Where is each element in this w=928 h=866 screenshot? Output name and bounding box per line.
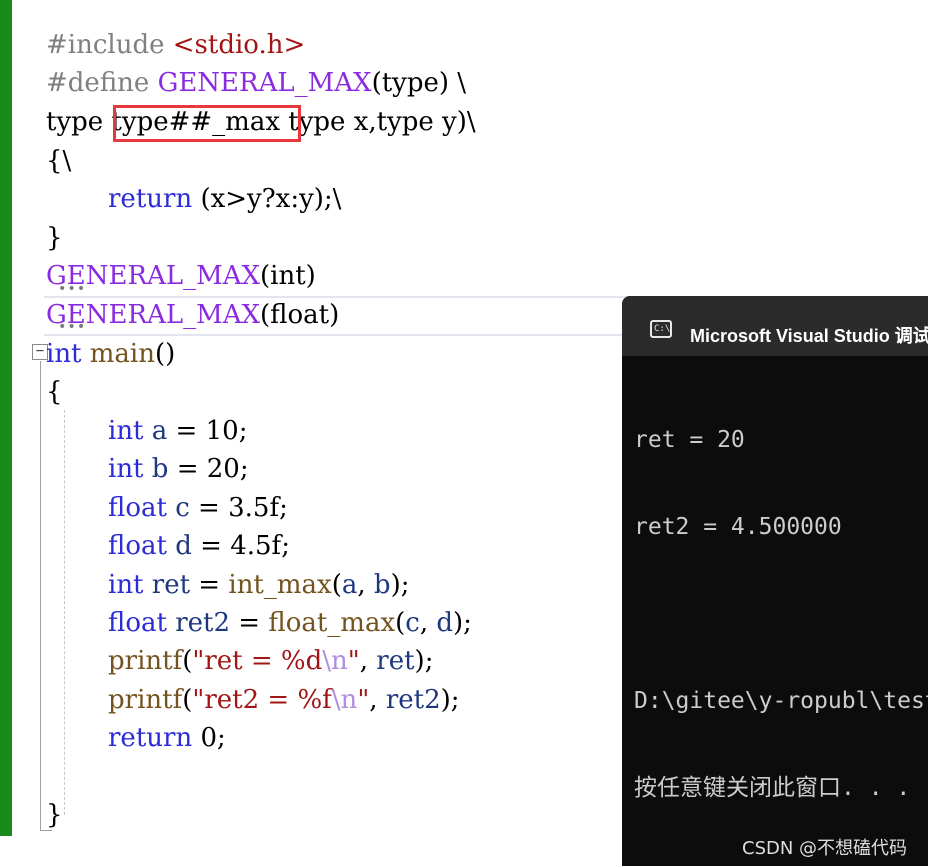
code-line-11: int a = 10; <box>108 416 248 446</box>
code-text: #include <stdio.h> #define GENERAL_MAX(t… <box>12 0 476 849</box>
code-line-10: { <box>46 377 63 407</box>
code-line-19: return 0; <box>108 723 226 753</box>
code-line-6: } <box>46 223 63 253</box>
debug-console-window[interactable]: C:\ Microsoft Visual Studio 调试控制台 ret = … <box>622 296 928 866</box>
code-line-2: #define GENERAL_MAX(type) \ <box>46 68 467 98</box>
code-line-9: int main() <box>46 339 176 369</box>
console-output: ret = 20 ret2 = 4.500000 D:\gitee\y-ropu… <box>634 368 928 861</box>
code-line-18: printf("ret2 = %f\n", ret2); <box>108 685 460 715</box>
code-line-16: float ret2 = float_max(c, d); <box>108 608 472 638</box>
console-title: Microsoft Visual Studio 调试控制台 <box>690 326 928 346</box>
code-line-4: {\ <box>46 146 72 176</box>
highlight-annotation-box <box>113 105 301 142</box>
watermark: CSDN @不想磕代码 <box>742 838 908 859</box>
code-line-20: } <box>46 800 63 830</box>
code-line-8: GENERAL_MAX(float) <box>46 300 340 330</box>
code-line-7: GENERAL_MAX(int) <box>46 261 316 291</box>
code-line-13: float c = 3.5f; <box>108 493 288 523</box>
console-title-bar[interactable]: C:\ Microsoft Visual Studio 调试控制台 <box>622 296 928 356</box>
code-line-5: return (x>y?x:y);\ <box>108 184 342 214</box>
code-line-14: float d = 4.5f; <box>108 531 290 561</box>
console-icon: C:\ <box>650 320 672 338</box>
change-indicator-bar <box>0 0 12 836</box>
console-output-line: ret2 = 4.500000 <box>634 514 842 540</box>
code-line-15: int ret = int_max(a, b); <box>108 570 410 600</box>
code-line-12: int b = 20; <box>108 454 249 484</box>
code-line-17: printf("ret = %d\n", ret); <box>108 646 434 676</box>
code-line-1: #include <stdio.h> <box>46 30 306 60</box>
console-output-line: 按任意键关闭此窗口. . . <box>634 775 911 801</box>
console-output-line: D:\gitee\y-ropubl\test <box>634 688 928 714</box>
indent-guide <box>64 410 65 815</box>
console-output-line: ret = 20 <box>634 427 745 453</box>
